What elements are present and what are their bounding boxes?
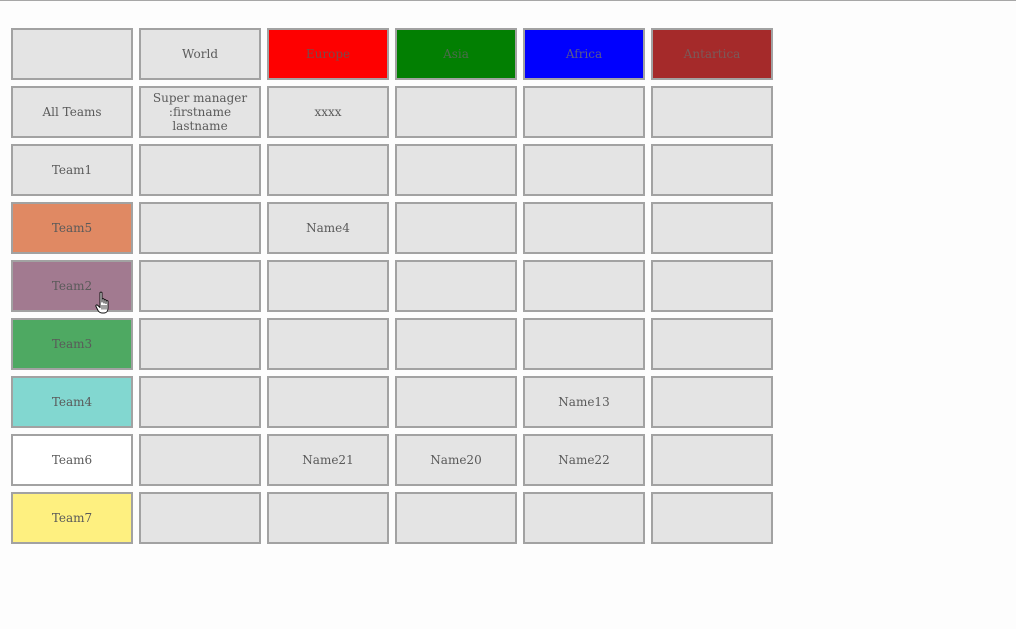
assignment-cell[interactable]: xxxx	[267, 86, 389, 138]
assignment-cell[interactable]	[523, 202, 645, 254]
assignment-cell[interactable]	[651, 144, 773, 196]
team-label: Team4	[51, 395, 93, 409]
assignment-label: Name13	[558, 395, 610, 409]
assignment-cell[interactable]	[523, 260, 645, 312]
region-label: Africa	[565, 47, 603, 61]
assignment-cell[interactable]	[395, 260, 517, 312]
assignment-cell[interactable]	[395, 86, 517, 138]
assignment-cell[interactable]: Name13	[523, 376, 645, 428]
assignment-cell[interactable]	[139, 434, 261, 486]
assignment-cell[interactable]	[267, 318, 389, 370]
assignment-label: Name4	[306, 221, 350, 235]
assignment-cell[interactable]	[267, 144, 389, 196]
header-row: World Europe Asia Africa Antartica	[11, 28, 773, 80]
assignment-cell[interactable]	[267, 492, 389, 544]
team-cell-team4[interactable]: Team4	[11, 376, 133, 428]
assignment-label: Name20	[430, 453, 482, 467]
corner-cell	[11, 28, 133, 80]
assignment-cell[interactable]	[651, 318, 773, 370]
team-cell-team1[interactable]: Team1	[11, 144, 133, 196]
assignment-cell[interactable]: Name21	[267, 434, 389, 486]
assignment-cell[interactable]	[395, 318, 517, 370]
region-header-asia[interactable]: Asia	[395, 28, 517, 80]
assignment-cell[interactable]	[395, 202, 517, 254]
assignment-cell[interactable]	[139, 376, 261, 428]
assignment-cell[interactable]: Name4	[267, 202, 389, 254]
assignment-cell[interactable]	[267, 260, 389, 312]
region-header-africa[interactable]: Africa	[523, 28, 645, 80]
team-row: All Teams Super manager :firstname lastn…	[11, 86, 773, 138]
assignment-cell[interactable]	[139, 260, 261, 312]
assignment-cell[interactable]	[651, 86, 773, 138]
assignment-label: Name22	[558, 453, 610, 467]
team-label: Team2	[51, 279, 93, 293]
team-row: Team6 Name21 Name20 Name22	[11, 434, 773, 486]
assignment-cell[interactable]: Name22	[523, 434, 645, 486]
team-row: Team2	[11, 260, 773, 312]
team-cell-team2[interactable]: Team2	[11, 260, 133, 312]
team-label: All Teams	[42, 105, 102, 119]
team-label: Team1	[51, 163, 93, 177]
team-row: Team4 Name13	[11, 376, 773, 428]
assignment-cell[interactable]	[651, 260, 773, 312]
assignment-cell[interactable]	[651, 376, 773, 428]
region-header-antartica[interactable]: Antartica	[651, 28, 773, 80]
region-header-world[interactable]: World	[139, 28, 261, 80]
team-row: Team3	[11, 318, 773, 370]
assignment-cell[interactable]	[139, 318, 261, 370]
assignment-cell[interactable]	[523, 144, 645, 196]
assignment-cell[interactable]	[651, 434, 773, 486]
assignment-cell[interactable]	[139, 492, 261, 544]
team-label: Team5	[51, 221, 93, 235]
region-label: World	[182, 47, 218, 61]
assignment-cell[interactable]	[651, 492, 773, 544]
team-cell-all-teams[interactable]: All Teams	[11, 86, 133, 138]
team-label: Team3	[51, 337, 93, 351]
assignment-cell[interactable]: Name20	[395, 434, 517, 486]
region-label: Antartica	[683, 47, 741, 61]
team-row: Team5 Name4	[11, 202, 773, 254]
region-header-europe[interactable]: Europe	[267, 28, 389, 80]
team-cell-team5[interactable]: Team5	[11, 202, 133, 254]
top-divider	[0, 0, 1016, 1]
assignment-cell[interactable]	[139, 144, 261, 196]
team-row: Team1	[11, 144, 773, 196]
assignment-cell[interactable]	[523, 86, 645, 138]
assignment-cell[interactable]	[139, 202, 261, 254]
assignment-cell[interactable]	[523, 318, 645, 370]
assignment-cell[interactable]	[651, 202, 773, 254]
team-label: Team7	[51, 511, 93, 525]
hand-pointer-icon	[95, 291, 109, 314]
team-label: Team6	[51, 453, 93, 467]
team-cell-team3[interactable]: Team3	[11, 318, 133, 370]
assignment-label: xxxx	[314, 105, 342, 119]
assignment-cell[interactable]	[395, 376, 517, 428]
assignment-label: Name21	[302, 453, 354, 467]
assignment-cell[interactable]	[523, 492, 645, 544]
assignment-cell[interactable]	[395, 492, 517, 544]
team-cell-team7[interactable]: Team7	[11, 492, 133, 544]
team-row: Team7	[11, 492, 773, 544]
assignment-label: Super manager :firstname lastname	[152, 91, 248, 133]
assignment-cell[interactable]	[395, 144, 517, 196]
team-cell-team6[interactable]: Team6	[11, 434, 133, 486]
region-label: Europe	[305, 47, 351, 61]
assignment-cell[interactable]: Super manager :firstname lastname	[139, 86, 261, 138]
assignment-cell[interactable]	[267, 376, 389, 428]
region-label: Asia	[443, 47, 469, 61]
